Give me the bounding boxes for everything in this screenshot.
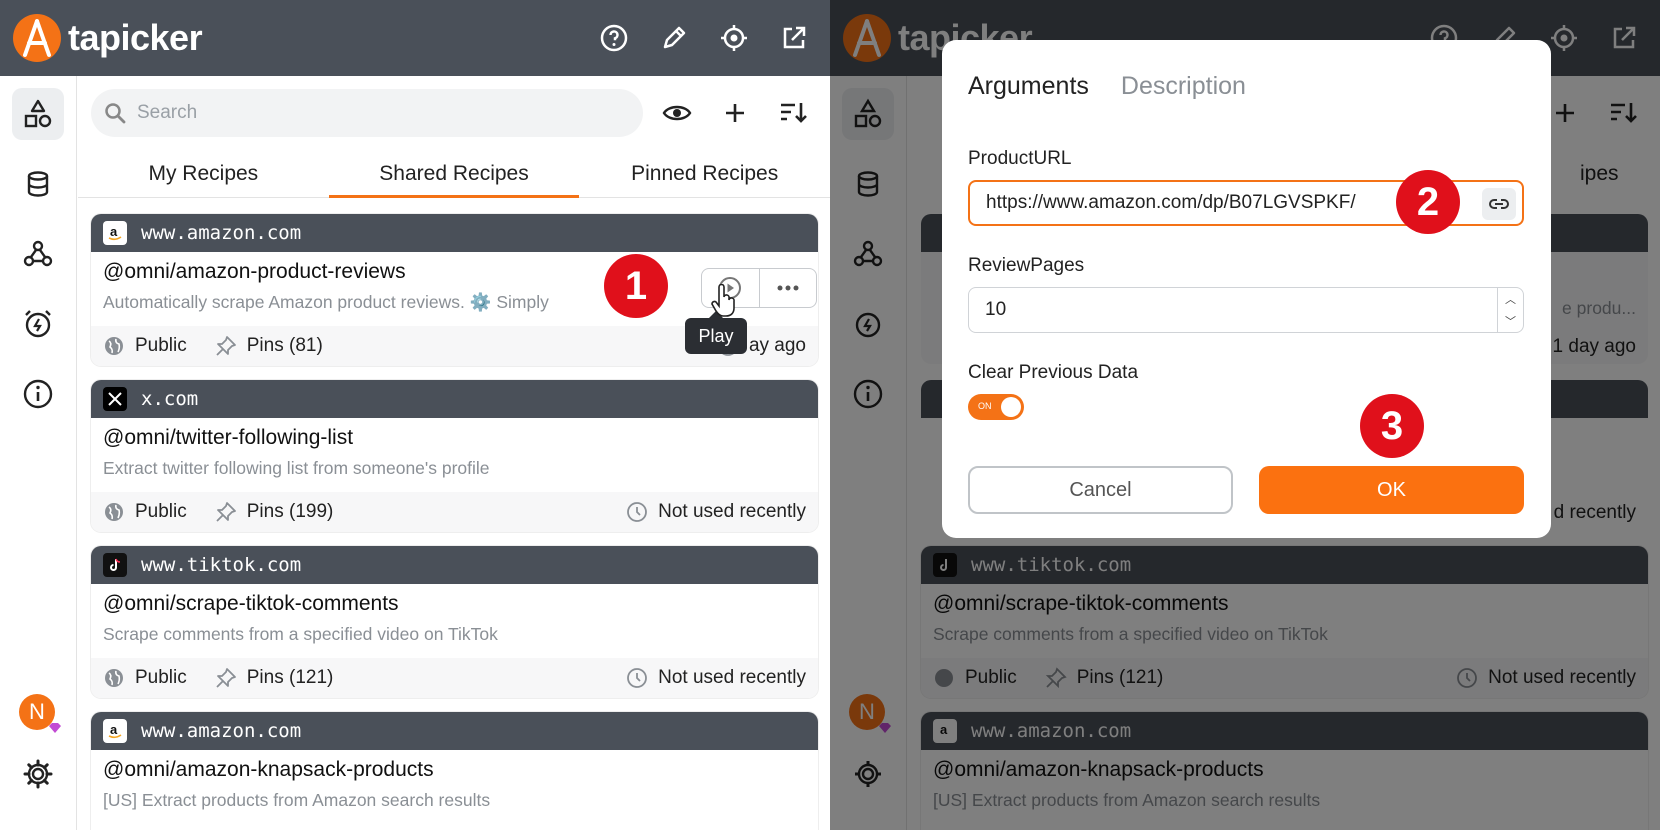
- pin-icon: [215, 667, 237, 689]
- recipe-description: Automatically scrape Amazon product revi…: [103, 292, 549, 312]
- recipe-title: @omni/amazon-knapsack-products: [103, 758, 434, 781]
- recipe-title: @omni/twitter-following-list: [103, 426, 354, 449]
- gem-icon: [49, 723, 61, 733]
- chevron-down-icon[interactable]: ﹀: [1505, 313, 1516, 329]
- x-logo-icon: [103, 387, 127, 411]
- step-badge-1: 1: [604, 254, 668, 318]
- product-url-label: ProductURL: [968, 148, 1072, 169]
- recipe-description: Scrape comments from a specified video o…: [103, 624, 498, 644]
- hand-cursor-icon: [711, 284, 735, 317]
- last-used: Not used recently: [658, 667, 806, 688]
- database-icon: [27, 171, 49, 197]
- info-icon: [23, 379, 53, 409]
- sidebar-item-webhooks[interactable]: [12, 228, 64, 280]
- edit-icon[interactable]: [656, 20, 692, 56]
- review-pages-input[interactable]: 10 ︿ ﹀: [968, 287, 1524, 333]
- search-icon: [105, 103, 126, 124]
- recipe-domain: www.amazon.com: [141, 222, 302, 244]
- eye-icon[interactable]: [658, 94, 696, 132]
- tab-pinned-recipes[interactable]: Pinned Recipes: [579, 158, 830, 197]
- number-stepper[interactable]: ︿ ﹀: [1497, 288, 1523, 332]
- visibility-label: Public: [135, 335, 187, 356]
- product-url-value: https://www.amazon.com/dp/B07LGVSPKF/: [986, 192, 1356, 213]
- settings-button[interactable]: [12, 748, 64, 800]
- sidebar-item-about[interactable]: [12, 368, 64, 420]
- run-arguments-dialog: Arguments Description ProductURL https:/…: [942, 40, 1551, 538]
- clock-icon: [626, 501, 648, 523]
- logo: tapicker: [12, 13, 203, 63]
- right-panel: tapicker N ipes e produ... 1 day ago: [830, 0, 1660, 830]
- last-used: ay ago: [748, 335, 806, 356]
- recipe-domain: www.amazon.com: [141, 720, 302, 742]
- globe-icon: [103, 501, 125, 523]
- amazon-icon: a: [103, 221, 127, 245]
- pins-count: Pins (81): [246, 335, 323, 356]
- alarm-icon: [25, 310, 51, 338]
- webhook-icon: [23, 240, 53, 267]
- tapicker-logo-icon: [13, 14, 61, 62]
- recipe-description: [US] Extract products from Amazon search…: [103, 790, 491, 810]
- sort-icon[interactable]: [774, 94, 812, 132]
- recipe-domain: x.com: [141, 388, 199, 410]
- amazon-icon: a: [103, 719, 127, 743]
- add-icon[interactable]: [716, 94, 754, 132]
- search-input[interactable]: Search: [91, 89, 643, 137]
- clear-previous-data-label: Clear Previous Data: [968, 362, 1139, 383]
- visibility-label: Public: [135, 667, 187, 688]
- cancel-button[interactable]: Cancel: [968, 466, 1233, 514]
- globe-icon: [103, 335, 125, 357]
- visibility-label: Public: [135, 501, 187, 522]
- tab-arguments[interactable]: Arguments: [968, 72, 1089, 101]
- step-badge-2: 2: [1396, 170, 1460, 234]
- target-icon[interactable]: [716, 20, 752, 56]
- review-pages-value: 10: [985, 299, 1007, 320]
- pins-count: Pins (121): [246, 667, 334, 688]
- main-content: Search My Recipes Shared Recipes Pinned …: [78, 76, 830, 830]
- recipe-tabs: My Recipes Shared Recipes Pinned Recipes: [78, 158, 830, 198]
- step-badge-3: 3: [1360, 394, 1424, 458]
- pin-icon: [215, 501, 237, 523]
- recipe-domain: www.tiktok.com: [141, 554, 302, 576]
- open-external-icon[interactable]: [776, 20, 812, 56]
- recipe-title: @omni/scrape-tiktok-comments: [103, 592, 399, 615]
- clock-icon: [626, 667, 648, 689]
- sidebar: N: [0, 76, 77, 830]
- sidebar-item-recipes[interactable]: [12, 88, 64, 140]
- app-name: tapicker: [68, 17, 203, 58]
- globe-icon: [103, 667, 125, 689]
- top-bar: tapicker: [0, 0, 830, 76]
- search-placeholder: Search: [137, 102, 198, 123]
- tiktok-icon: [103, 553, 127, 577]
- sidebar-item-data[interactable]: [12, 158, 64, 210]
- tab-my-recipes[interactable]: My Recipes: [78, 158, 329, 197]
- tab-description[interactable]: Description: [1121, 72, 1246, 101]
- help-icon[interactable]: [596, 20, 632, 56]
- sidebar-item-schedules[interactable]: [12, 298, 64, 350]
- recipe-card[interactable]: a www.amazon.com @omni/amazon-knapsack-p…: [91, 712, 818, 830]
- left-panel: tapicker N Search My Recipes Shared Reci…: [0, 0, 830, 830]
- more-horizontal-icon: [777, 285, 799, 291]
- recipe-description: Extract twitter following list from some…: [103, 458, 490, 478]
- pin-icon: [215, 335, 237, 357]
- link-icon: [1489, 199, 1509, 209]
- gear-icon: [23, 759, 53, 789]
- clear-data-toggle[interactable]: ON: [968, 394, 1024, 420]
- review-pages-label: ReviewPages: [968, 255, 1085, 276]
- pins-count: Pins (199): [246, 501, 334, 522]
- recipe-card[interactable]: www.tiktok.com @omni/scrape-tiktok-comme…: [91, 546, 818, 698]
- toggle-state: ON: [978, 401, 992, 411]
- more-button[interactable]: [760, 269, 817, 307]
- last-used: Not used recently: [658, 501, 806, 522]
- tab-shared-recipes[interactable]: Shared Recipes: [328, 158, 580, 198]
- recipe-card[interactable]: x.com @omni/twitter-following-list Extra…: [91, 380, 818, 532]
- chevron-up-icon[interactable]: ︿: [1505, 291, 1516, 307]
- svg-text:a: a: [110, 722, 118, 737]
- ok-button[interactable]: OK: [1259, 466, 1524, 514]
- play-tooltip: Play: [685, 311, 747, 354]
- link-button[interactable]: [1482, 188, 1516, 220]
- svg-text:a: a: [110, 224, 118, 239]
- shapes-icon: [24, 99, 52, 128]
